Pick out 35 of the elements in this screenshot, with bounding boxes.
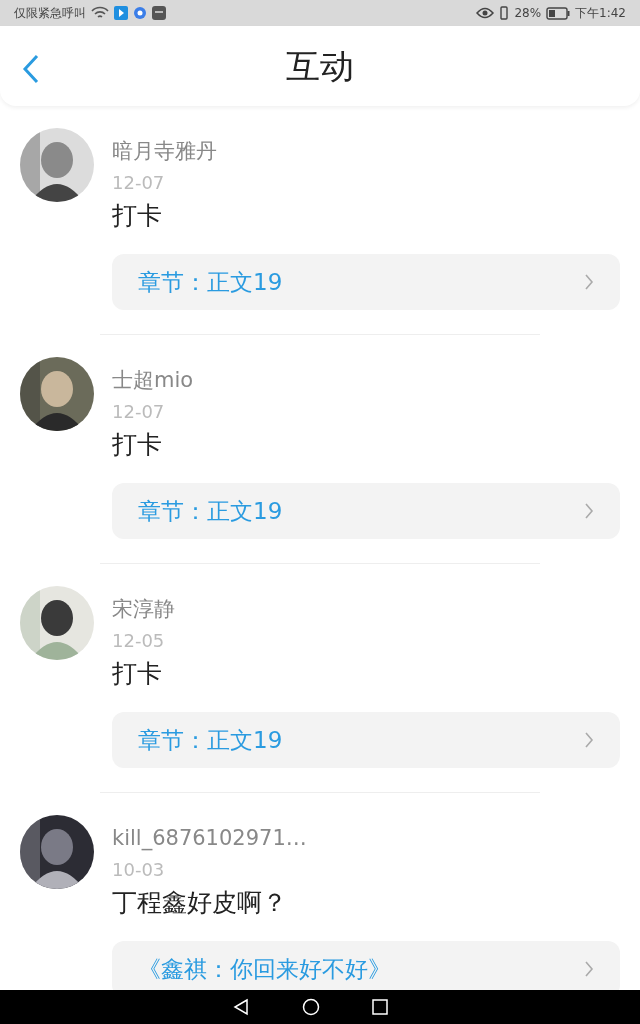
clock-text: 下午1:42 bbox=[575, 6, 626, 20]
user-name: kill_6876102971… bbox=[112, 825, 308, 853]
chapter-link[interactable]: 章节：正文19 bbox=[112, 712, 620, 768]
carrier-text: 仅限紧急呼叫 bbox=[14, 6, 86, 20]
chevron-icon bbox=[584, 502, 594, 520]
battery-text: 28% bbox=[514, 6, 542, 20]
message-icon bbox=[152, 6, 166, 20]
comment-date: 10-03 bbox=[112, 858, 166, 882]
app-icon bbox=[114, 6, 128, 20]
comment-date: 12-07 bbox=[112, 400, 166, 424]
chevron-icon bbox=[584, 273, 594, 291]
battery-icon bbox=[546, 6, 571, 20]
comment-text: 丁程鑫好皮啊？ bbox=[112, 887, 288, 919]
back-nav-icon[interactable] bbox=[232, 998, 250, 1016]
home-nav-icon[interactable] bbox=[302, 998, 320, 1016]
chevron-icon bbox=[584, 960, 594, 978]
comment-text: 打卡 bbox=[112, 658, 163, 690]
user-name: 暗月寺雅丹 bbox=[112, 138, 218, 165]
comment-date: 12-05 bbox=[112, 629, 166, 653]
wifi-icon bbox=[91, 6, 109, 20]
user-name: 宋淳静 bbox=[112, 596, 176, 623]
chevron-icon bbox=[584, 731, 594, 749]
app-icon bbox=[133, 6, 147, 20]
page-title: 互动 bbox=[286, 46, 354, 86]
vibrate-icon bbox=[499, 6, 510, 20]
back-icon bbox=[22, 54, 40, 84]
chapter-link[interactable]: 《鑫祺：你回来好不好》 bbox=[112, 941, 620, 990]
user-name: 士超mio bbox=[112, 367, 195, 394]
comment-text: 打卡 bbox=[112, 429, 163, 461]
comment-date: 12-07 bbox=[112, 171, 166, 195]
recents-nav-icon[interactable] bbox=[372, 999, 388, 1015]
eye-icon bbox=[476, 7, 495, 19]
chapter-link[interactable]: 章节：正文19 bbox=[112, 254, 620, 310]
chapter-link[interactable]: 章节：正文19 bbox=[112, 483, 620, 539]
comment-text: 打卡 bbox=[112, 200, 163, 232]
